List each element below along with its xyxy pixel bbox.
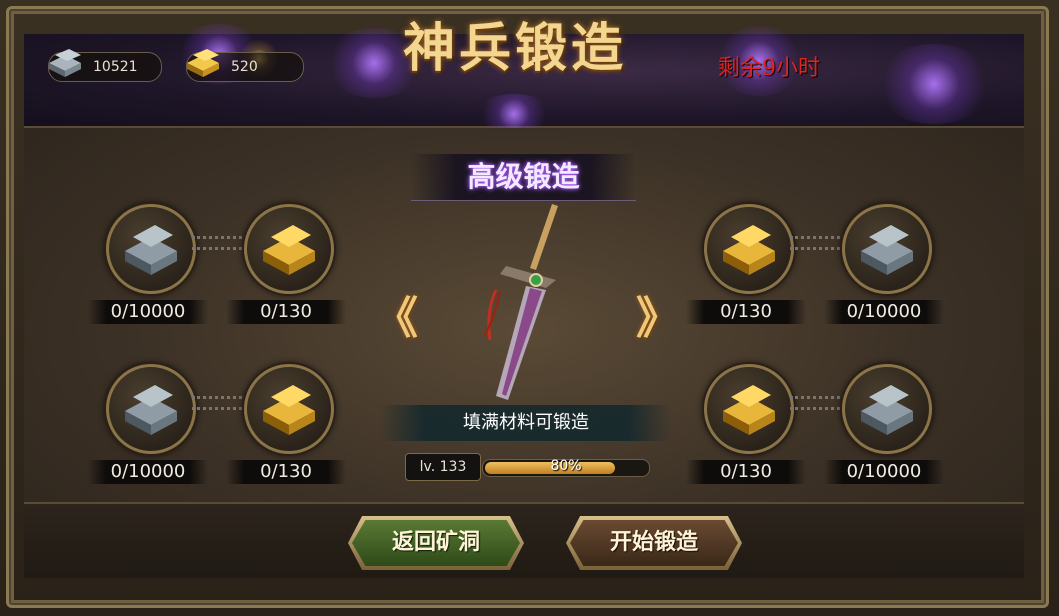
gold-ingot-icon [263, 225, 315, 275]
material-slot-7[interactable] [704, 364, 794, 454]
material-slot-6[interactable] [842, 204, 932, 294]
material-count-3: 0/10000 [88, 460, 208, 484]
sword-icon [483, 204, 558, 400]
next-arrow[interactable]: 》 [636, 282, 680, 346]
material-slot-3[interactable] [106, 364, 196, 454]
chain-link [192, 236, 242, 250]
material-slot-5[interactable] [704, 204, 794, 294]
iron-ingot-icon [861, 225, 913, 275]
iron-ingot-icon [125, 385, 177, 435]
forge-progress-bar: 80% [482, 458, 650, 477]
iron-ingot-icon [125, 225, 177, 275]
prev-arrow[interactable]: 《 [374, 282, 418, 346]
iron-ingot-icon [861, 385, 913, 435]
material-count-2: 0/130 [226, 300, 346, 324]
forge-hint: 填满材料可锻造 [380, 405, 672, 441]
progress-label: 80% [550, 458, 582, 474]
gold-amount: 520 [231, 59, 258, 75]
back-to-mine-button[interactable]: 返回矿洞 [352, 520, 520, 566]
time-remaining: 剩余9小时 [718, 56, 820, 81]
material-count-6: 0/10000 [824, 300, 944, 324]
iron-amount: 10521 [93, 59, 138, 75]
level-badge: lv. 133 [405, 453, 481, 481]
tab-advanced-forge[interactable]: 高级锻造 [411, 154, 636, 201]
gold-ingot-icon [723, 385, 775, 435]
material-slot-4[interactable] [244, 364, 334, 454]
chain-link [790, 236, 840, 250]
chain-link [790, 396, 840, 410]
gold-resource: 520 [186, 49, 304, 82]
gold-ingot-icon [181, 45, 225, 79]
gold-ingot-icon [263, 385, 315, 435]
material-count-5: 0/130 [686, 300, 806, 324]
button-bar [24, 502, 1024, 578]
material-count-1: 0/10000 [88, 300, 208, 324]
material-slot-2[interactable] [244, 204, 334, 294]
chain-link [192, 396, 242, 410]
iron-resource: 10521 [48, 49, 162, 82]
material-count-4: 0/130 [226, 460, 346, 484]
material-slot-1[interactable] [106, 204, 196, 294]
material-count-7: 0/130 [686, 460, 806, 484]
iron-ingot-icon [43, 45, 87, 79]
material-slot-8[interactable] [842, 364, 932, 454]
material-count-8: 0/10000 [824, 460, 944, 484]
start-forge-button[interactable]: 开始锻造 [570, 520, 738, 566]
gold-ingot-icon [723, 225, 775, 275]
page-title: 神兵锻造 [402, 18, 627, 79]
